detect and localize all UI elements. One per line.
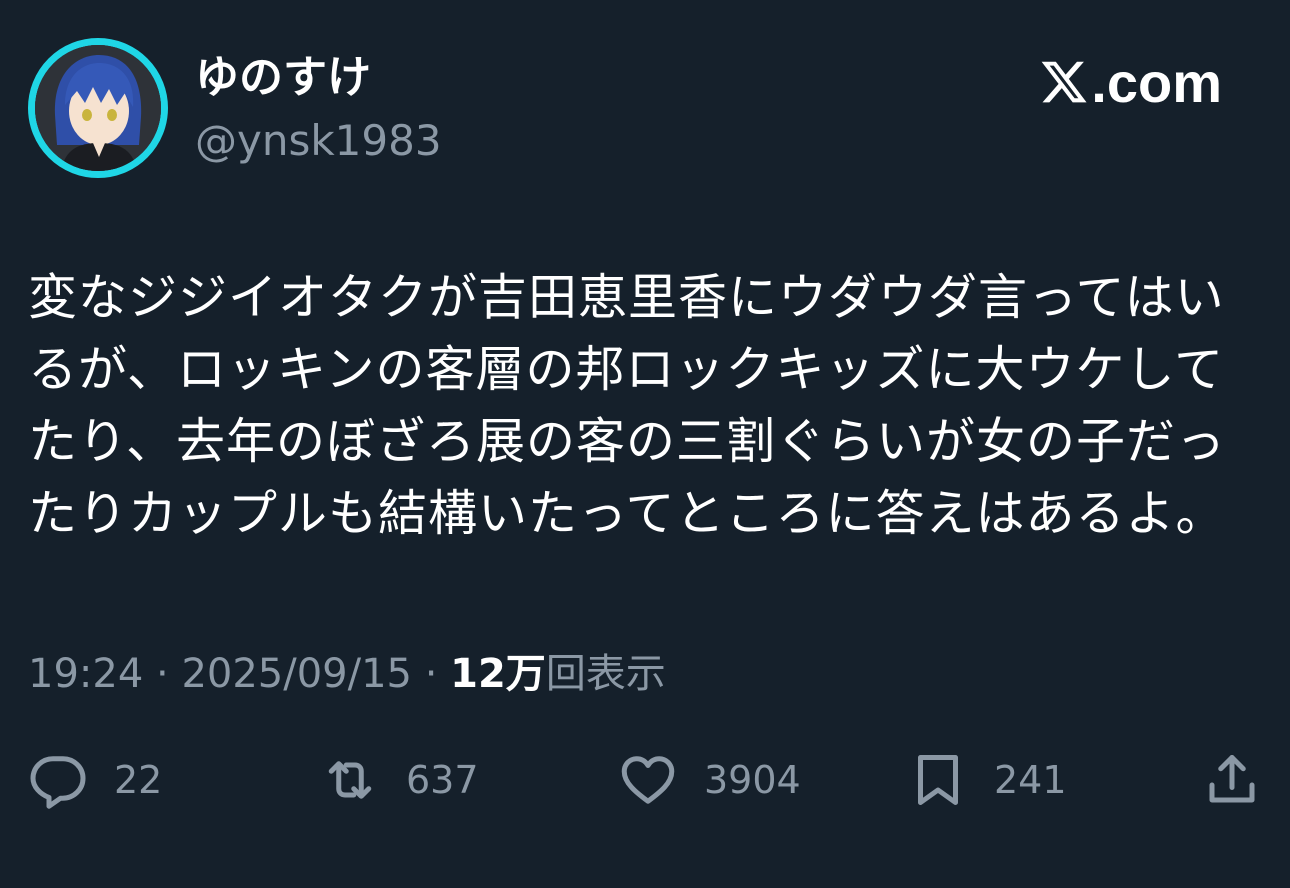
avatar[interactable] — [28, 38, 168, 178]
tweet-line: るが、ロッキンの客層の邦ロックキッズに大ウケして — [28, 341, 1225, 398]
share-icon — [1209, 755, 1255, 803]
tweet-date[interactable]: 2025/09/15 — [181, 651, 412, 697]
x-logo-icon — [1041, 61, 1087, 103]
meta-separator: · — [143, 651, 182, 697]
tweet-meta: 19:24 · 2025/09/15 · 12万回表示 — [28, 646, 666, 702]
bookmark-icon — [918, 755, 958, 805]
reply-count: 22 — [114, 758, 163, 802]
reply-button[interactable]: 22 — [28, 745, 162, 815]
share-button[interactable] — [1202, 745, 1262, 815]
reply-icon — [30, 756, 86, 809]
like-count: 3904 — [704, 758, 801, 802]
bookmark-button[interactable]: 241 — [908, 745, 1067, 815]
meta-separator: · — [411, 651, 451, 697]
views-label: 回表示 — [545, 651, 666, 697]
retweet-icon — [328, 761, 372, 799]
like-button[interactable]: 3904 — [618, 745, 801, 815]
heart-icon — [621, 756, 675, 804]
display-name[interactable]: ゆのすけ — [195, 52, 371, 104]
brand-domain-suffix: .com — [1091, 50, 1222, 114]
tweet-line: たりカップルも結構いたってところに答えはあるよ。 — [28, 485, 1226, 542]
action-bar: 22 637 3904 241 — [0, 745, 1290, 815]
views-count: 12万 — [450, 651, 546, 697]
tweet-line: たり、去年のぼざろ展の客の三割ぐらいが女の子だっ — [28, 413, 1227, 470]
tweet-line: 変なジジイオタクが吉田恵里香にウダウダ言ってはい — [28, 269, 1225, 326]
avatar-image — [35, 45, 161, 171]
retweet-button[interactable]: 637 — [320, 745, 479, 815]
tweet-text: 変なジジイオタクが吉田恵里香にウダウダ言ってはい るが、ロッキンの客層の邦ロック… — [28, 262, 1248, 550]
retweet-count: 637 — [406, 758, 479, 802]
bookmark-count: 241 — [994, 758, 1067, 802]
tweet-time[interactable]: 19:24 — [28, 651, 143, 697]
brand-logo: .com — [1039, 50, 1222, 114]
user-handle[interactable]: @ynsk1983 — [195, 115, 442, 167]
